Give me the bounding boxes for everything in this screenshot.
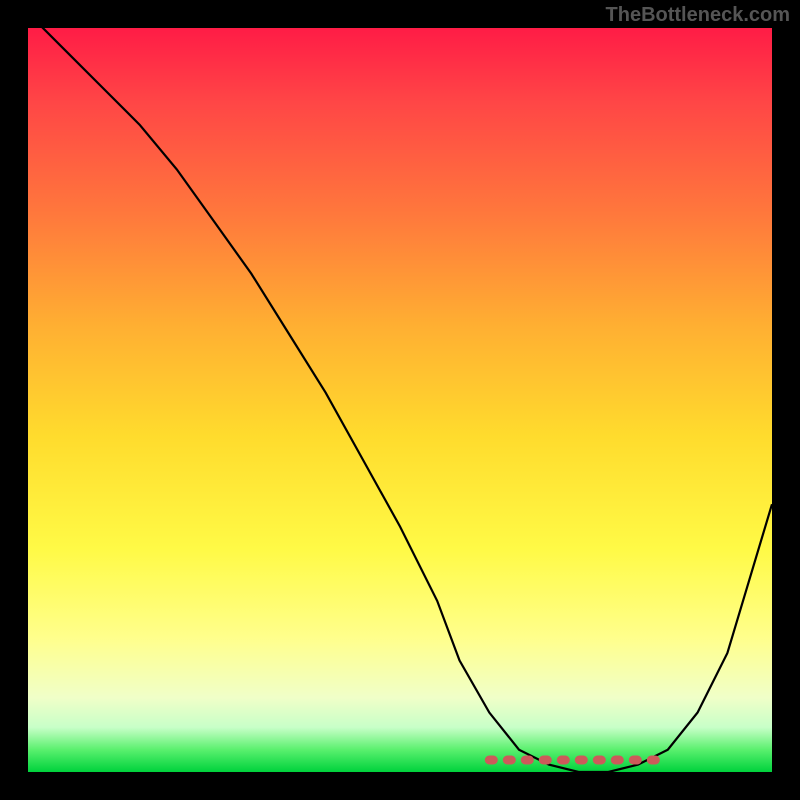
curve-svg	[28, 28, 772, 772]
chart-frame	[28, 28, 772, 772]
chart-container: TheBottleneck.com	[0, 0, 800, 800]
bottleneck-curve	[28, 28, 772, 772]
watermark-text: TheBottleneck.com	[606, 4, 790, 27]
